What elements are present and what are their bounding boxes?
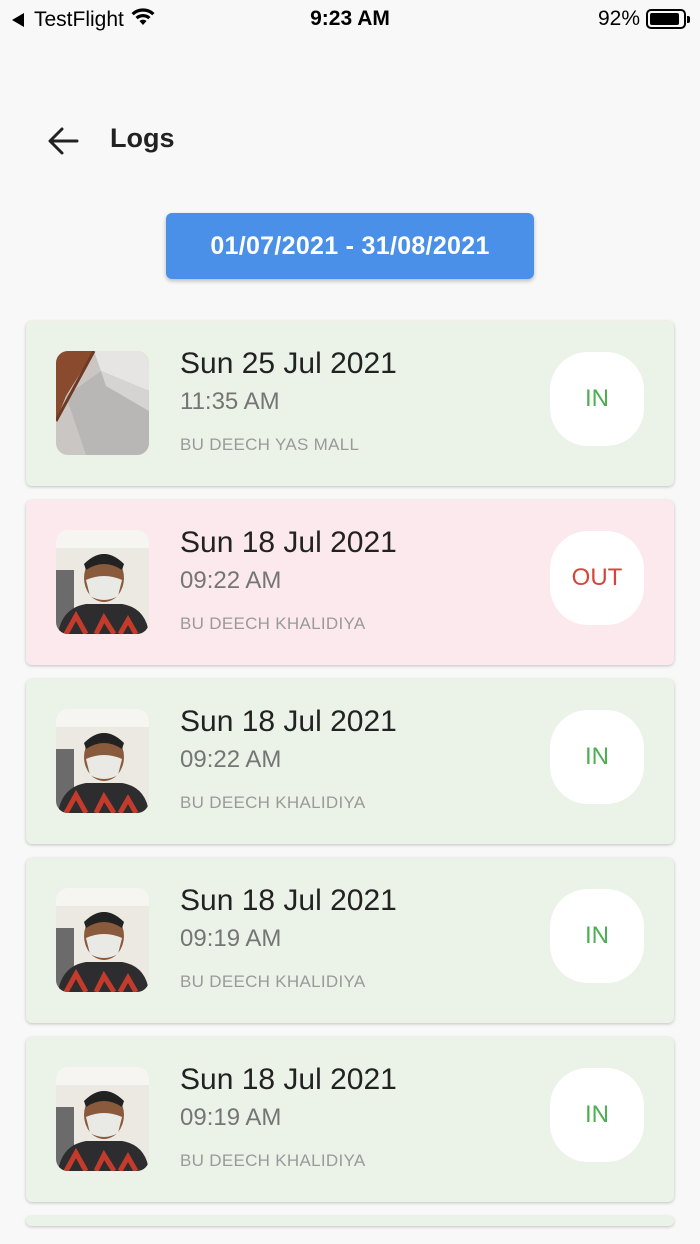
date-range-button[interactable]: 01/07/2021 - 31/08/2021 [166, 213, 534, 279]
page-title: Logs [110, 123, 175, 153]
log-time: 09:19 AM [180, 1104, 282, 1131]
log-date: Sun 18 Jul 2021 [180, 884, 397, 917]
log-date: Sun 18 Jul 2021 [180, 526, 397, 559]
status-badge: IN [550, 1068, 644, 1162]
log-location: BU DEECH YAS MALL [180, 435, 360, 454]
back-button[interactable] [40, 118, 86, 164]
log-card[interactable]: Sun 25 Jul 2021 11:35 AM BU DEECH YAS MALL… [26, 321, 674, 486]
log-location: BU DEECH KHALIDIYA [180, 793, 366, 812]
status-badge: IN [550, 710, 644, 804]
selfie-photo-thumbnail[interactable] [56, 888, 149, 992]
log-date: Sun 18 Jul 2021 [180, 1063, 397, 1096]
arrow-left-icon [48, 127, 79, 155]
log-date: Sun 25 Jul 2021 [180, 347, 397, 380]
log-time: 11:35 AM [180, 388, 280, 415]
log-card[interactable]: Sun 18 Jul 2021 09:19 AM BU DEECH KHALIDIY… [26, 1037, 674, 1202]
log-date: Sun 18 Jul 2021 [180, 705, 397, 738]
room-photo-thumbnail[interactable] [56, 351, 149, 455]
battery-icon [646, 9, 690, 29]
battery-percent: 92% [597, 7, 640, 30]
app-header: Logs [0, 110, 700, 170]
log-time: 09:22 AM [180, 746, 282, 773]
log-location: BU DEECH KHALIDIYA [180, 1151, 366, 1170]
selfie-photo-thumbnail[interactable] [56, 530, 149, 634]
log-time: 09:19 AM [180, 925, 282, 952]
log-location: BU DEECH KHALIDIYA [180, 614, 366, 633]
status-badge: IN [550, 352, 644, 446]
selfie-photo-thumbnail[interactable] [56, 709, 149, 813]
status-badge: OUT [550, 531, 644, 625]
log-card[interactable]: Sun 18 Jul 2021 09:22 AM BU DEECH KHALIDIY… [26, 679, 674, 844]
log-list: Sun 25 Jul 2021 11:35 AM BU DEECH YAS MALL… [26, 321, 674, 1240]
log-card-partial[interactable] [26, 1216, 674, 1226]
log-card[interactable]: Sun 18 Jul 2021 09:19 AM BU DEECH KHALIDIY… [26, 858, 674, 1023]
log-location: BU DEECH KHALIDIYA [180, 972, 366, 991]
status-bar: TestFlight 9:23 AM 92% [0, 0, 700, 40]
log-card[interactable]: Sun 18 Jul 2021 09:22 AM BU DEECH KHALIDIY… [26, 500, 674, 665]
status-badge: IN [550, 889, 644, 983]
log-time: 09:22 AM [180, 567, 282, 594]
selfie-photo-thumbnail[interactable] [56, 1067, 149, 1171]
clock: 9:23 AM [310, 7, 390, 30]
